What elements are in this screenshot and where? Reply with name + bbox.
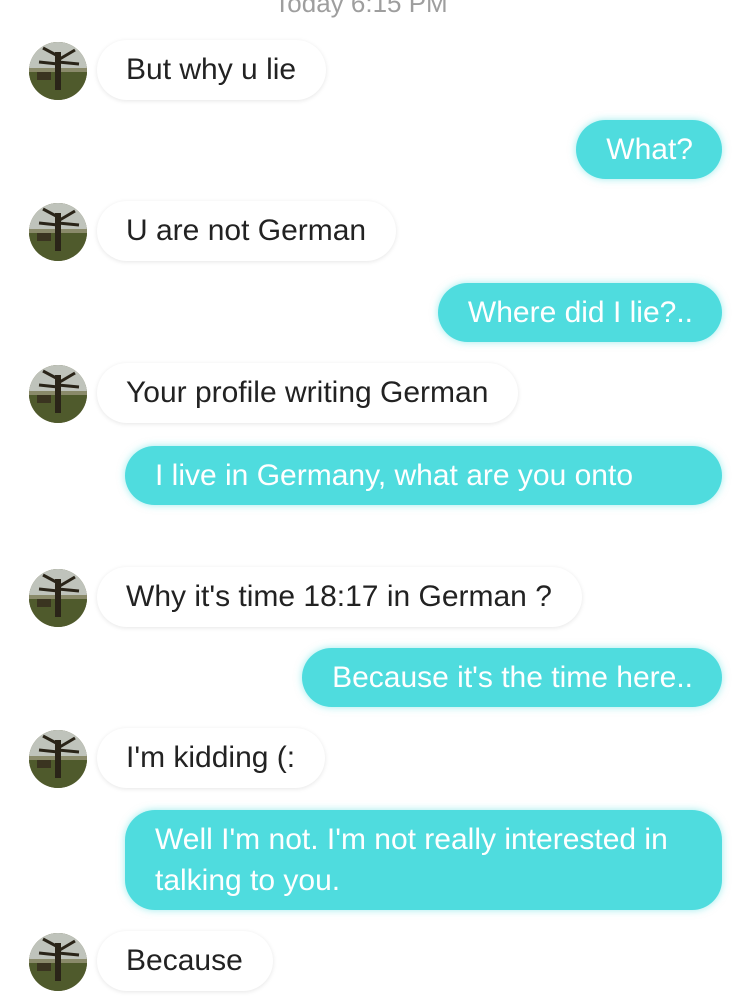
outgoing-message: Because it's the time here..: [0, 648, 751, 708]
outgoing-bubble[interactable]: Well I'm not. I'm not really interested …: [125, 810, 722, 910]
outgoing-bubble[interactable]: I live in Germany, what are you onto: [125, 446, 722, 505]
incoming-bubble[interactable]: Why it's time 18:17 in German ?: [97, 567, 582, 627]
message-timestamp: Today 6:15 PM: [274, 0, 448, 18]
contact-avatar[interactable]: [29, 42, 87, 100]
outgoing-bubble[interactable]: Where did I lie?..: [437, 283, 722, 342]
contact-avatar[interactable]: [29, 933, 87, 991]
outgoing-message: Where did I lie?..: [0, 283, 751, 343]
incoming-bubble[interactable]: But why u lie: [97, 40, 327, 100]
incoming-bubble[interactable]: Because: [97, 931, 273, 991]
incoming-message: U are not German: [0, 201, 751, 261]
contact-avatar[interactable]: [29, 730, 87, 788]
contact-avatar[interactable]: [29, 365, 87, 423]
outgoing-message: I live in Germany, what are you onto: [0, 446, 751, 546]
incoming-message: Why it's time 18:17 in German ?: [0, 567, 751, 627]
avatar-photo-icon: [29, 569, 87, 627]
outgoing-bubble[interactable]: What?: [576, 120, 722, 179]
incoming-message: Your profile writing German: [0, 363, 751, 423]
contact-avatar[interactable]: [29, 569, 87, 627]
incoming-message: I'm kidding (:: [0, 728, 751, 788]
incoming-bubble[interactable]: U are not German: [97, 201, 397, 261]
chat-screen: Today 6:15 PM But why u lie What? U are …: [0, 0, 751, 1000]
avatar-photo-icon: [29, 203, 87, 261]
outgoing-message: Well I'm not. I'm not really interested …: [0, 810, 751, 910]
outgoing-message: What?: [0, 120, 751, 180]
incoming-bubble[interactable]: I'm kidding (:: [97, 728, 326, 788]
avatar-photo-icon: [29, 933, 87, 991]
outgoing-bubble[interactable]: Because it's the time here..: [302, 648, 722, 707]
incoming-bubble[interactable]: Your profile writing German: [97, 363, 519, 423]
avatar-photo-icon: [29, 730, 87, 788]
contact-avatar[interactable]: [29, 203, 87, 261]
avatar-photo-icon: [29, 365, 87, 423]
incoming-message: But why u lie: [0, 40, 751, 100]
incoming-message: Because: [0, 931, 751, 991]
avatar-photo-icon: [29, 42, 87, 100]
